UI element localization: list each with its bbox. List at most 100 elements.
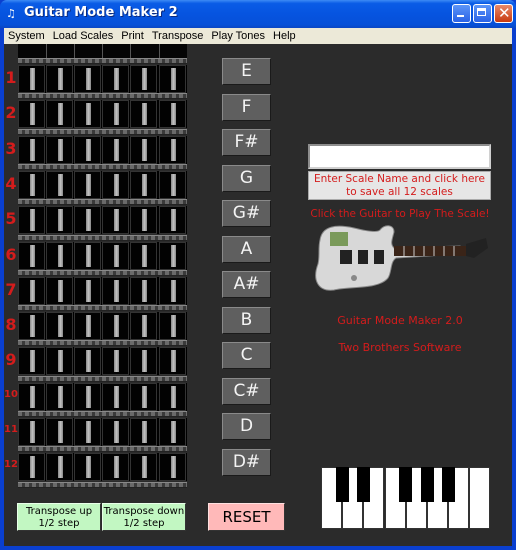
fret-cell[interactable] — [46, 100, 73, 128]
fret-cell[interactable] — [46, 277, 73, 305]
note-button-c[interactable]: C — [222, 342, 271, 369]
fret-cell[interactable] — [130, 453, 157, 481]
fret-cell[interactable] — [130, 312, 157, 340]
fret-cell[interactable] — [46, 242, 73, 270]
fret-cell[interactable] — [130, 242, 157, 270]
piano-black-key[interactable] — [421, 467, 434, 502]
note-button-e[interactable]: E — [222, 58, 271, 85]
fret-cell[interactable] — [130, 136, 157, 164]
fret-cell[interactable] — [159, 65, 186, 93]
fret-cell[interactable] — [74, 136, 101, 164]
fret-cell[interactable] — [159, 347, 186, 375]
title-bar[interactable]: ♫ Guitar Mode Maker 2 ✕ — [0, 0, 516, 28]
fret-cell[interactable] — [159, 136, 186, 164]
fret-cell[interactable] — [18, 206, 45, 234]
fret-cell[interactable] — [18, 65, 45, 93]
fret-cell[interactable] — [159, 383, 186, 411]
fret-cell[interactable] — [74, 65, 101, 93]
menu-system[interactable]: System — [4, 28, 49, 42]
fret-cell[interactable] — [102, 136, 129, 164]
fret-cell[interactable] — [18, 312, 45, 340]
save-scales-button[interactable]: Enter Scale Name and click here to save … — [308, 171, 491, 200]
fret-cell[interactable] — [130, 206, 157, 234]
fret-cell[interactable] — [130, 418, 157, 446]
fret-cell[interactable] — [130, 171, 157, 199]
fret-cell[interactable] — [102, 383, 129, 411]
fret-cell[interactable] — [102, 453, 129, 481]
fret-cell[interactable] — [18, 100, 45, 128]
transpose-down-button[interactable]: Transpose down 1/2 step — [102, 503, 186, 531]
fret-cell[interactable] — [46, 453, 73, 481]
fret-cell[interactable] — [102, 206, 129, 234]
note-button-a-sharp[interactable]: A# — [222, 271, 271, 298]
fret-cell[interactable] — [130, 383, 157, 411]
fret-cell[interactable] — [46, 65, 73, 93]
piano-black-key[interactable] — [399, 467, 412, 502]
fret-cell[interactable] — [159, 312, 186, 340]
fret-cell[interactable] — [159, 453, 186, 481]
fret-cell[interactable] — [18, 242, 45, 270]
menu-transpose[interactable]: Transpose — [148, 28, 208, 42]
fret-cell[interactable] — [102, 171, 129, 199]
note-button-g-sharp[interactable]: G# — [222, 200, 271, 227]
piano-black-key[interactable] — [336, 467, 349, 502]
fret-cell[interactable] — [74, 277, 101, 305]
note-button-g[interactable]: G — [222, 165, 271, 192]
note-button-f[interactable]: F — [222, 94, 271, 121]
piano-white-key[interactable] — [469, 467, 490, 529]
menu-play-tones[interactable]: Play Tones — [207, 28, 269, 42]
fret-cell[interactable] — [46, 206, 73, 234]
fret-cell[interactable] — [18, 453, 45, 481]
fret-cell[interactable] — [130, 65, 157, 93]
fret-cell[interactable] — [130, 100, 157, 128]
fret-cell[interactable] — [46, 312, 73, 340]
piano-black-key[interactable] — [442, 467, 455, 502]
fret-cell[interactable] — [159, 171, 186, 199]
fret-cell[interactable] — [102, 100, 129, 128]
menu-print[interactable]: Print — [117, 28, 148, 42]
note-button-d[interactable]: D — [222, 413, 271, 440]
transpose-up-button[interactable]: Transpose up 1/2 step — [17, 503, 101, 531]
fret-cell[interactable] — [74, 383, 101, 411]
note-button-a[interactable]: A — [222, 236, 271, 263]
fret-cell[interactable] — [74, 312, 101, 340]
piano-black-key[interactable] — [357, 467, 370, 502]
fret-cell[interactable] — [159, 242, 186, 270]
fret-cell[interactable] — [46, 383, 73, 411]
fret-cell[interactable] — [74, 171, 101, 199]
fret-cell[interactable] — [74, 242, 101, 270]
fret-cell[interactable] — [18, 418, 45, 446]
fret-cell[interactable] — [159, 100, 186, 128]
fret-cell[interactable] — [18, 383, 45, 411]
fret-cell[interactable] — [130, 277, 157, 305]
fret-cell[interactable] — [18, 171, 45, 199]
fret-cell[interactable] — [74, 453, 101, 481]
fret-cell[interactable] — [102, 347, 129, 375]
maximize-button[interactable] — [473, 4, 492, 23]
fret-cell[interactable] — [159, 418, 186, 446]
menu-help[interactable]: Help — [269, 28, 300, 42]
fret-cell[interactable] — [102, 312, 129, 340]
fret-cell[interactable] — [18, 277, 45, 305]
note-button-b[interactable]: B — [222, 307, 271, 334]
fret-cell[interactable] — [46, 418, 73, 446]
fret-cell[interactable] — [74, 347, 101, 375]
fret-cell[interactable] — [18, 347, 45, 375]
menu-load-scales[interactable]: Load Scales — [49, 28, 118, 42]
minimize-button[interactable] — [452, 4, 471, 23]
fret-cell[interactable] — [74, 206, 101, 234]
note-button-f-sharp[interactable]: F# — [222, 129, 271, 156]
fret-cell[interactable] — [102, 65, 129, 93]
note-button-c-sharp[interactable]: C# — [222, 378, 271, 405]
note-button-d-sharp[interactable]: D# — [222, 449, 271, 476]
fret-cell[interactable] — [18, 136, 45, 164]
reset-button[interactable]: RESET — [208, 503, 285, 531]
scale-name-input[interactable] — [308, 144, 491, 169]
close-button[interactable]: ✕ — [494, 4, 513, 23]
fret-cell[interactable] — [102, 277, 129, 305]
fret-cell[interactable] — [102, 242, 129, 270]
fret-cell[interactable] — [46, 347, 73, 375]
fret-cell[interactable] — [159, 277, 186, 305]
fret-cell[interactable] — [159, 206, 186, 234]
fret-cell[interactable] — [130, 347, 157, 375]
